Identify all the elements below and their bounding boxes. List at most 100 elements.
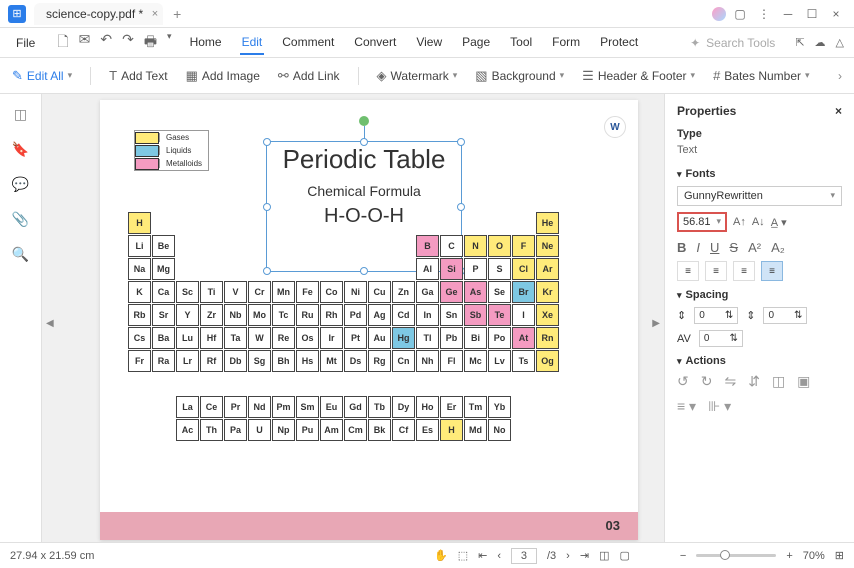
flip-v-icon[interactable]: ⇵ bbox=[748, 373, 760, 390]
next-arrow-icon[interactable]: ▶ bbox=[652, 318, 660, 329]
font-color-icon[interactable]: A̲ ▾ bbox=[771, 216, 787, 229]
para-spacing-input[interactable]: 0⇅ bbox=[763, 307, 807, 324]
extract-icon[interactable]: ▣ bbox=[797, 373, 810, 390]
tab-home[interactable]: Home bbox=[188, 31, 224, 55]
underline-icon[interactable]: U bbox=[710, 240, 719, 255]
add-image-button[interactable]: ▦Add Image bbox=[186, 68, 260, 84]
tab-view[interactable]: View bbox=[414, 31, 444, 55]
tab-convert[interactable]: Convert bbox=[352, 31, 398, 55]
fit-width-icon[interactable]: ⊞ bbox=[835, 549, 844, 562]
attachments-icon[interactable]: 📎 bbox=[12, 211, 29, 228]
thumbnails-icon[interactable]: ◫ bbox=[14, 106, 27, 123]
prev-page-icon[interactable]: ‹ bbox=[497, 550, 501, 562]
new-tab-button[interactable]: + bbox=[173, 6, 181, 22]
fonts-section[interactable]: Fonts bbox=[677, 168, 842, 180]
actions-section[interactable]: Actions bbox=[677, 355, 842, 367]
profile-icon[interactable] bbox=[712, 7, 726, 21]
italic-icon[interactable]: I bbox=[696, 240, 700, 255]
last-page-icon[interactable]: ⇥ bbox=[580, 549, 589, 562]
resize-handle[interactable] bbox=[360, 138, 368, 146]
first-page-icon[interactable]: ⇤ bbox=[478, 549, 487, 562]
spacing-section[interactable]: Spacing bbox=[677, 289, 842, 301]
rotate-left-icon[interactable]: ↺ bbox=[677, 373, 689, 390]
flip-h-icon[interactable]: ⇋ bbox=[724, 373, 736, 390]
font-family-select[interactable]: GunnyRewritten▾ bbox=[677, 186, 842, 206]
document-tab[interactable]: science-copy.pdf * × bbox=[34, 3, 163, 25]
tab-protect[interactable]: Protect bbox=[598, 31, 640, 55]
hand-tool-icon[interactable]: ✋ bbox=[434, 549, 448, 562]
align-left-button[interactable]: ≡ bbox=[677, 261, 699, 281]
resize-handle[interactable] bbox=[360, 267, 368, 275]
edit-all-button[interactable]: ✎Edit All▾ bbox=[12, 68, 72, 84]
align-justify-button[interactable]: ≡ bbox=[761, 261, 783, 281]
line-style-icon[interactable]: ≡ ▾ bbox=[677, 398, 696, 415]
resize-handle[interactable] bbox=[457, 138, 465, 146]
print-icon[interactable]: 🖶 bbox=[144, 31, 157, 55]
rotate-handle[interactable] bbox=[359, 116, 369, 126]
page-number-input[interactable]: 3 bbox=[511, 548, 537, 564]
kebab-icon[interactable]: ⋮ bbox=[754, 7, 774, 21]
prev-arrow-icon[interactable]: ◀ bbox=[46, 318, 54, 329]
word-export-badge[interactable]: W bbox=[604, 116, 626, 138]
zoom-value[interactable]: 70% bbox=[803, 550, 825, 562]
strikethrough-icon[interactable]: S bbox=[729, 240, 738, 255]
resize-handle[interactable] bbox=[263, 138, 271, 146]
select-tool-icon[interactable]: ⬚ bbox=[458, 549, 468, 562]
toolbar-overflow-icon[interactable]: › bbox=[838, 69, 842, 83]
tab-comment[interactable]: Comment bbox=[280, 31, 336, 55]
subscript-icon[interactable]: A₂ bbox=[771, 240, 785, 255]
resize-handle[interactable] bbox=[263, 203, 271, 211]
share-icon[interactable]: ⇱ bbox=[795, 36, 804, 49]
background-button[interactable]: ▧Background▾ bbox=[475, 68, 564, 84]
search-icon[interactable]: 🔍 bbox=[12, 246, 29, 263]
increase-font-icon[interactable]: A↑ bbox=[733, 216, 746, 228]
font-size-input[interactable]: 56.81▾ bbox=[677, 212, 727, 232]
close-panel-icon[interactable]: × bbox=[835, 104, 842, 118]
redo-icon[interactable]: ↷ bbox=[122, 31, 134, 55]
cloud-icon[interactable]: ☁ bbox=[815, 36, 826, 49]
align-objects-icon[interactable]: ⊪ ▾ bbox=[708, 398, 731, 415]
maximize-icon[interactable]: ☐ bbox=[802, 7, 822, 21]
crop-icon[interactable]: ◫ bbox=[772, 373, 785, 390]
zoom-in-icon[interactable]: + bbox=[786, 550, 792, 562]
rotate-right-icon[interactable]: ↻ bbox=[701, 373, 713, 390]
add-text-button[interactable]: TAdd Text bbox=[109, 68, 167, 83]
element-cell: Cu bbox=[368, 281, 391, 303]
watermark-button[interactable]: ◈Watermark▾ bbox=[377, 68, 458, 84]
line-spacing-input[interactable]: 0⇅ bbox=[694, 307, 738, 324]
zoom-slider[interactable] bbox=[696, 554, 776, 557]
align-center-button[interactable]: ≡ bbox=[705, 261, 727, 281]
resize-handle[interactable] bbox=[457, 203, 465, 211]
header-footer-button[interactable]: ☰Header & Footer▾ bbox=[582, 68, 695, 84]
bates-number-button[interactable]: #Bates Number▾ bbox=[713, 68, 809, 83]
tab-tool[interactable]: Tool bbox=[508, 31, 534, 55]
save-icon[interactable]: 🗋 bbox=[57, 31, 68, 55]
decrease-font-icon[interactable]: A↓ bbox=[752, 216, 765, 228]
canvas-area[interactable]: ◀ ▶ W Gases Liquids Metalloids Periodic … bbox=[42, 94, 664, 542]
tab-page[interactable]: Page bbox=[460, 31, 492, 55]
zoom-out-icon[interactable]: − bbox=[680, 550, 686, 562]
superscript-icon[interactable]: A² bbox=[748, 240, 761, 255]
collapse-ribbon-icon[interactable]: △ bbox=[836, 36, 844, 49]
view-mode-icon[interactable]: ◫ bbox=[599, 549, 609, 562]
next-page-icon[interactable]: › bbox=[566, 550, 570, 562]
file-menu[interactable]: File bbox=[10, 36, 41, 50]
add-link-button[interactable]: ⚯Add Link bbox=[278, 68, 340, 84]
tab-edit[interactable]: Edit bbox=[240, 31, 265, 55]
mail-icon[interactable]: ✉ bbox=[79, 31, 91, 55]
undo-icon[interactable]: ↶ bbox=[100, 31, 112, 55]
notification-icon[interactable]: ▢ bbox=[730, 7, 750, 21]
close-window-icon[interactable]: × bbox=[826, 7, 846, 21]
minimize-icon[interactable]: ─ bbox=[778, 7, 798, 21]
resize-handle[interactable] bbox=[263, 267, 271, 275]
comments-icon[interactable]: 💬 bbox=[12, 176, 29, 193]
bold-icon[interactable]: B bbox=[677, 240, 686, 255]
search-tools[interactable]: ✦ Search Tools bbox=[690, 36, 775, 50]
align-right-button[interactable]: ≡ bbox=[733, 261, 755, 281]
qat-dropdown-icon[interactable]: ▾ bbox=[167, 31, 172, 55]
fit-page-icon[interactable]: ▢ bbox=[619, 549, 629, 562]
close-tab-icon[interactable]: × bbox=[152, 8, 158, 20]
tab-form[interactable]: Form bbox=[550, 31, 582, 55]
bookmarks-icon[interactable]: 🔖 bbox=[12, 141, 29, 158]
char-spacing-input[interactable]: 0⇅ bbox=[699, 330, 743, 347]
